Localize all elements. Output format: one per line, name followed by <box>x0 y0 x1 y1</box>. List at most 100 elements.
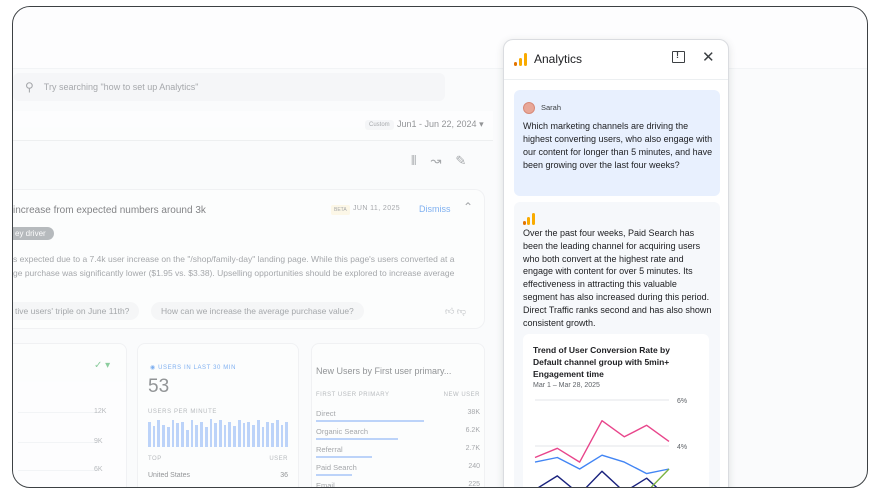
insight-date: JUN 11, 2025 <box>353 205 401 212</box>
minute-bar <box>148 421 151 447</box>
thumbs-down-icon[interactable]: 👎︎ <box>457 306 466 316</box>
feedback-icon[interactable] <box>670 49 686 65</box>
table-row: Email 225 <box>316 479 480 488</box>
y-tick-label: 4% <box>677 444 687 451</box>
search-bar[interactable]: ⚲ Try searching "how to set up Analytics… <box>13 73 445 101</box>
minute-bar <box>261 427 265 447</box>
minute-bar <box>166 427 170 447</box>
minute-bar <box>266 421 270 447</box>
col-header: TOP <box>148 456 162 462</box>
row-bar <box>316 420 425 422</box>
table-row: Direct 38K <box>316 407 480 425</box>
user-message: Sarah Which marketing channels are drivi… <box>514 90 720 196</box>
minute-bar <box>280 424 284 447</box>
row-value: 38K <box>467 409 480 416</box>
minute-bar <box>237 420 241 447</box>
realtime-value: 53 <box>148 376 170 397</box>
analytics-assistant-panel: Analytics ✕ Sarah Which marketing channe… <box>503 39 729 487</box>
toolbar: ⫴ ↝ ✎ <box>411 153 466 169</box>
check-circle-icon[interactable]: ✓ ▾ <box>94 360 110 371</box>
panel-title: Analytics <box>534 52 583 66</box>
table-header: FIRST USER PRIMARY NEW USER <box>316 392 480 398</box>
new-users-rows: Direct 38K Organic Search 6.2K Referral 2.7K P… <box>316 407 480 488</box>
user-message-text: Which marketing channels are driving the… <box>523 121 713 170</box>
key-driver-chip: ey driver <box>13 227 54 240</box>
table-row: Referral 2.7K <box>316 443 480 461</box>
share-icon[interactable]: ⫴ <box>411 153 416 169</box>
minute-bar <box>171 420 175 447</box>
user-name: Sarah <box>541 103 562 112</box>
date-range-text: Jun1 - Jun 22, 2024 <box>397 119 477 129</box>
insight-body-line: s expected due to a 7.4k user increase o… <box>13 254 455 264</box>
minute-bar <box>223 424 227 447</box>
gridline <box>18 412 98 413</box>
minute-bar <box>195 424 199 447</box>
gridline <box>18 470 98 471</box>
minute-bar <box>275 420 279 447</box>
new-users-card: New Users by First user primary... FIRST… <box>311 343 485 488</box>
chevron-up-icon[interactable]: ⌃ <box>463 200 473 214</box>
top-bar <box>13 7 867 69</box>
row-name: Direct <box>316 409 336 418</box>
row-name: Email <box>316 481 335 488</box>
close-icon[interactable]: ✕ <box>702 48 715 66</box>
edit-icon[interactable]: ✎ <box>455 153 466 169</box>
minute-bar <box>247 421 251 447</box>
minute-bar <box>152 426 156 447</box>
analytics-logo-icon <box>514 52 528 66</box>
realtime-label-text: USERS IN LAST 30 MIN <box>158 365 237 371</box>
feedback-thumbs: 👍︎ 👎︎ <box>445 306 466 317</box>
minute-bar <box>204 427 208 447</box>
row-bar <box>316 474 353 476</box>
row-bar <box>316 438 398 440</box>
avatar <box>523 102 535 114</box>
suggested-question[interactable]: tive users' triple on June 11th? <box>13 302 140 320</box>
minute-bar <box>285 421 289 447</box>
dashboard-background: ⚲ Try searching "how to set up Analytics… <box>13 7 867 488</box>
search-placeholder: Try searching "how to set up Analytics" <box>43 82 199 92</box>
col-header: NEW USER <box>443 392 480 398</box>
analytics-logo-icon <box>523 212 536 225</box>
row-value: 36 <box>280 472 288 479</box>
row-name: United States <box>148 472 191 479</box>
minute-bar <box>181 421 184 447</box>
col-header: FIRST USER PRIMARY <box>316 392 390 398</box>
minute-bar <box>185 430 189 447</box>
minute-bar <box>162 424 165 447</box>
y-tick-label: 6% <box>677 398 687 405</box>
table-row: Paid Search 240 <box>316 461 480 479</box>
realtime-table-header: TOP USER <box>148 456 288 462</box>
users-per-minute-bars <box>148 419 289 447</box>
trend-line-chart: 6%4%2% <box>534 398 687 487</box>
date-custom-chip: Custom <box>365 120 394 130</box>
insight-body-line: ge purchase was significantly lower ($1.… <box>13 268 455 278</box>
minute-bar <box>256 420 260 447</box>
minute-bar <box>209 419 213 447</box>
table-row: United States 36 <box>148 472 288 479</box>
thumbs-up-icon[interactable]: 👍︎ <box>445 306 454 316</box>
realtime-card: ◉ USERS IN LAST 30 MIN 53 USERS PER MINU… <box>137 343 299 487</box>
users-chart-card: ✓ ▾ 12K 9K 6K <box>13 343 127 487</box>
assistant-message-text: Over the past four weeks, Paid Search ha… <box>523 228 712 328</box>
insight-body: s expected due to a 7.4k user increase o… <box>13 252 461 280</box>
dismiss-button[interactable]: Dismiss <box>419 204 451 214</box>
col-header: USER <box>269 456 288 462</box>
minute-bar <box>228 421 232 447</box>
search-icon: ⚲ <box>25 80 34 94</box>
insight-card: increase from expected numbers around 3k… <box>13 189 485 329</box>
assistant-message: Over the past four weeks, Paid Search ha… <box>514 202 720 487</box>
row-bar <box>316 456 372 458</box>
beta-badge: BETA <box>331 205 350 215</box>
chart-title: Trend of User Conversion Rate by Default… <box>533 345 670 379</box>
minute-bar <box>252 424 255 447</box>
insights-icon[interactable]: ↝ <box>430 153 441 169</box>
y-tick: 9K <box>94 438 103 445</box>
suggested-question[interactable]: How can we increase the average purchase… <box>151 302 364 320</box>
minute-bar <box>214 423 218 447</box>
minute-bar <box>233 426 236 447</box>
row-name: Referral <box>316 445 343 454</box>
row-name: Paid Search <box>316 463 357 472</box>
row-name: Organic Search <box>316 427 369 436</box>
date-range-picker[interactable]: Jun1 - Jun 22, 2024 ▾ <box>397 119 484 130</box>
trend-chart-card: Trend of User Conversion Rate by Default… <box>523 334 709 487</box>
